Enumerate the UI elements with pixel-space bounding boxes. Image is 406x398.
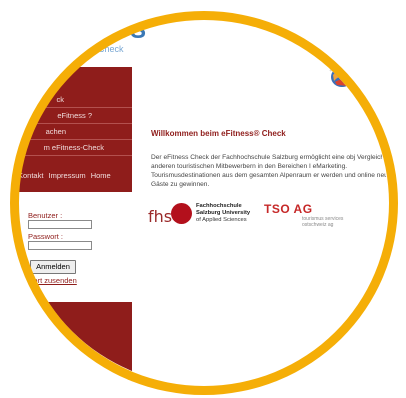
fhs-logo-name: Fachhochschule Salzburg University of Ap…: [196, 203, 250, 223]
fhs-logo-dot: [171, 203, 192, 224]
fhs-name-line3: of Applied Sciences: [196, 216, 247, 223]
sidebar-item-label: achen: [45, 127, 66, 136]
link-kontakt[interactable]: Kontakt: [18, 171, 43, 180]
intro-paragraph: Der eFitness Check der Fachhochschule Sa…: [151, 154, 388, 188]
logo-text: SS: [113, 19, 148, 44]
fhs-name-line1: Fachhochschule: [196, 203, 242, 209]
sidebar-item-label: eFitness ?: [57, 111, 92, 120]
link-home[interactable]: Home: [91, 171, 111, 180]
sidebar-item-what-is-efitness[interactable]: eFitness ?: [18, 109, 132, 124]
sidebar-item-efitness-check[interactable]: m eFitness-Check: [18, 141, 132, 156]
tso-sub-line2: ostschweiz ag: [302, 222, 334, 228]
fhs-logo[interactable]: fhs Fachhochschule Salzburg University o…: [148, 203, 260, 231]
page-title: Willkommen beim eFitness® Check: [151, 129, 286, 138]
logo-subtitle: Check: [98, 44, 124, 54]
circular-viewport: SS Check ck eFitness ? achen m eFitness-…: [18, 19, 388, 385]
tso-logo[interactable]: TSO AG tourismus services ostschweiz ag: [264, 202, 374, 228]
forgot-password-link[interactable]: wort zusenden: [28, 276, 77, 285]
sidebar-item-3[interactable]: achen: [18, 125, 132, 140]
username-input[interactable]: [28, 220, 92, 229]
screenshot-stage: SS Check ck eFitness ? achen m eFitness-…: [0, 0, 406, 398]
fhs-name-line2: Salzburg University: [196, 209, 251, 216]
sidebar-item-label: ck: [56, 95, 65, 104]
tso-logo-mark: TSO AG: [264, 202, 313, 216]
footer-links: Kontakt Impressum Home: [18, 171, 132, 180]
password-input[interactable]: [28, 241, 92, 250]
link-impressum[interactable]: Impressum: [49, 171, 86, 180]
username-label: Benutzer :: [28, 211, 63, 220]
tso-logo-subtitle: tourismus services ostschweiz ag: [302, 216, 343, 228]
password-label: Passwort :: [28, 232, 64, 241]
globe-icon: [329, 66, 353, 87]
sidebar-item-label: m eFitness-Check: [43, 143, 104, 152]
site-logo[interactable]: SS Check: [18, 19, 146, 69]
login-button[interactable]: Anmelden: [30, 260, 76, 274]
sidebar-item-1[interactable]: ck: [18, 93, 132, 108]
fhs-logo-letters: fhs: [148, 207, 173, 226]
